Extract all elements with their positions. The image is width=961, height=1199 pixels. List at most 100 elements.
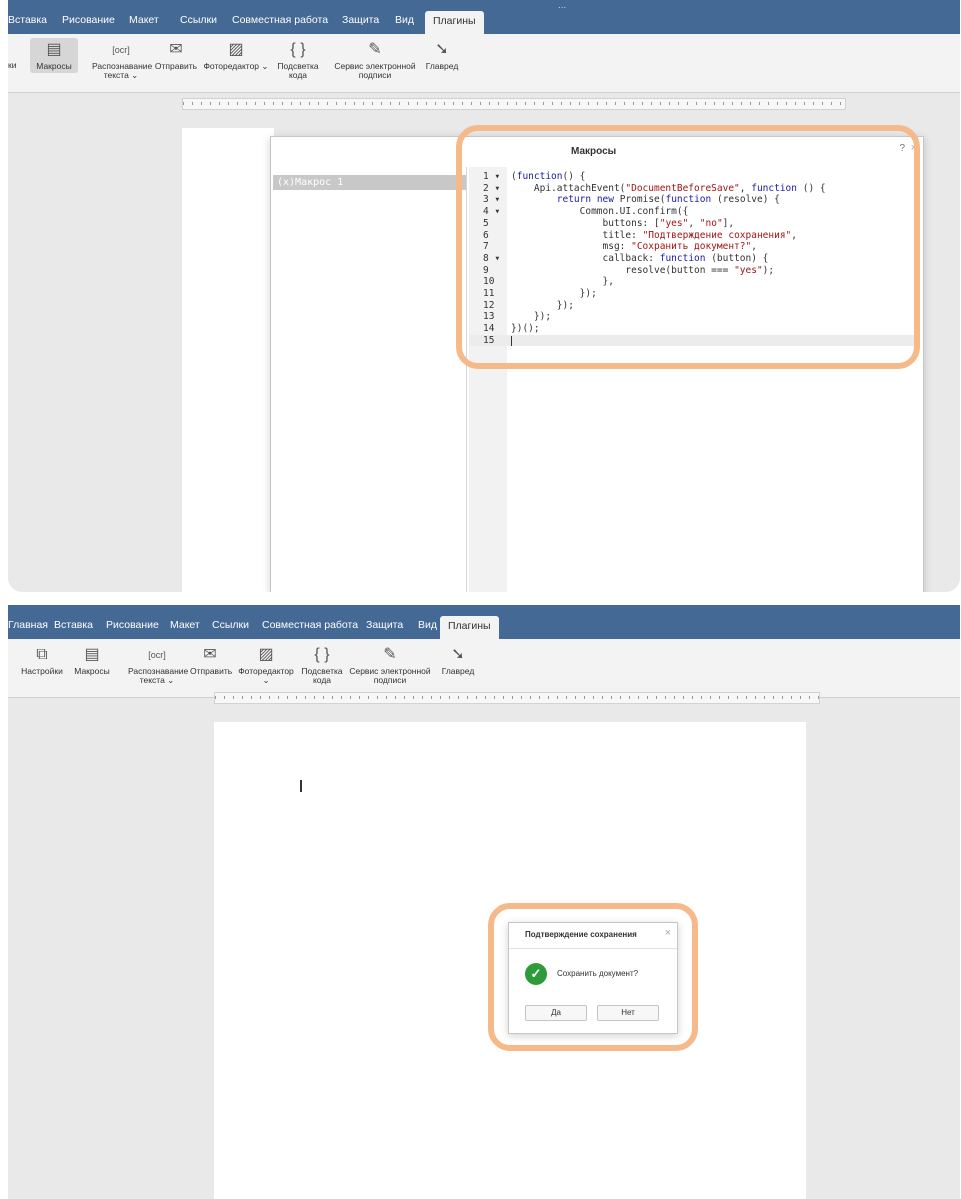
line-number: 12	[483, 299, 495, 311]
ocr-button[interactable]: [ocr] Распознавание текста ⌄	[128, 645, 188, 685]
tab-layout[interactable]: Макет	[170, 619, 200, 631]
code-text: })();	[511, 323, 540, 335]
dialog-title: Подтверждение сохранения	[525, 930, 637, 939]
tab-home[interactable]: Главная	[8, 619, 48, 631]
ribbon-tabbar: ... Вставка Рисование Макет Ссылки Совме…	[8, 0, 960, 34]
confirm-screenshot: Главная Вставка Рисование Макет Ссылки С…	[8, 605, 960, 1199]
code-text: });	[511, 311, 552, 323]
line-number: 6	[483, 229, 489, 241]
tab-protection[interactable]: Защита	[366, 619, 403, 631]
tab-draw[interactable]: Рисование	[106, 619, 159, 631]
code-highlight-button[interactable]: { } Подсветка кода	[276, 40, 320, 80]
macros-dialog: Макросы ? × (x)Макрос 1 1 ▾ (function() {…	[270, 136, 924, 592]
signature-icon: ✎	[368, 41, 382, 58]
code-line[interactable]: 4 ▾ Common.UI.confirm({	[469, 206, 919, 218]
send-button[interactable]: ✉ Отправить	[190, 645, 232, 676]
line-number: 8 ▾	[483, 252, 501, 264]
help-icon[interactable]: ?	[899, 143, 905, 154]
toolbar-left-fragment: ки	[8, 60, 17, 70]
code-line[interactable]: 3 ▾ return new Promise(function (resolve…	[469, 194, 919, 206]
code-line[interactable]: 12 });	[469, 300, 919, 312]
settings-button[interactable]: ⧉ Настройки	[20, 645, 64, 676]
line-number: 15	[483, 334, 495, 346]
code-line[interactable]: 2 ▾ Api.attachEvent("DocumentBeforeSave"…	[469, 183, 919, 195]
line-number: 9	[483, 264, 489, 276]
code-text: });	[511, 288, 597, 299]
typograf-icon: ➘	[435, 41, 449, 58]
macro-list-item[interactable]: (x)Макрос 1	[273, 175, 466, 190]
envelope-icon: ✉	[169, 41, 183, 58]
code-highlight-button[interactable]: { } Подсветка кода	[300, 645, 344, 685]
code-text: Common.UI.confirm({	[511, 206, 689, 218]
close-icon[interactable]: ×	[665, 927, 671, 939]
ocr-button[interactable]: [ocr] Распознавание текста ⌄	[92, 40, 152, 80]
tab-insert[interactable]: Вставка	[8, 14, 47, 26]
yes-button[interactable]: Да	[525, 1005, 587, 1021]
code-line[interactable]: 5 buttons: ["yes", "no"],	[469, 218, 919, 230]
signature-icon: ✎	[383, 646, 397, 663]
code-line[interactable]: 10 },	[469, 276, 919, 288]
code-line[interactable]: 15	[469, 334, 919, 347]
code-line[interactable]: 6 title: "Подтверждение сохранения",	[469, 230, 919, 242]
code-line[interactable]: 14 })();	[469, 323, 919, 335]
macros-icon: ▤	[46, 41, 62, 58]
send-button[interactable]: ✉ Отправить	[154, 40, 198, 71]
code-text: buttons: ["yes", "no"],	[511, 217, 735, 229]
code-editor[interactable]: 1 ▾ (function() {2 ▾ Api.attachEvent("Doc…	[469, 167, 919, 592]
braces-icon: { }	[290, 41, 306, 58]
macros-icon: ▤	[84, 646, 100, 663]
code-text: });	[511, 299, 574, 311]
tab-plugins[interactable]: Плагины	[425, 11, 484, 34]
photo-editor-icon: ▨	[228, 41, 244, 58]
braces-icon: { }	[314, 646, 330, 663]
typograf-button[interactable]: ➘ Главред	[422, 40, 462, 71]
photo-editor-button[interactable]: ▨ Фоторедактор ⌄	[200, 40, 272, 71]
line-number: 4 ▾	[483, 206, 501, 218]
typograf-button[interactable]: ➘ Главред	[438, 645, 478, 676]
code-line[interactable]: 13 });	[469, 311, 919, 323]
photo-editor-button[interactable]: ▨ Фоторедактор ⌄	[234, 645, 298, 685]
tab-view[interactable]: Вид	[418, 619, 437, 631]
signature-button[interactable]: ✎ Сервис электронной подписи	[334, 40, 416, 80]
line-number: 3 ▾	[483, 194, 501, 206]
line-number: 10	[483, 276, 495, 288]
close-icon[interactable]: ×	[911, 142, 917, 154]
line-number: 13	[483, 311, 495, 323]
code-line[interactable]: 1 ▾ (function() {	[469, 171, 919, 183]
window-title: ...	[558, 0, 567, 11]
tab-plugins[interactable]: Плагины	[440, 616, 499, 639]
code-text: },	[511, 276, 614, 288]
macros-button[interactable]: ▤ Макросы	[30, 38, 78, 73]
no-button[interactable]: Нет	[597, 1005, 659, 1021]
tab-view[interactable]: Вид	[395, 14, 414, 26]
code-text: msg: "Сохранить документ?",	[511, 241, 757, 253]
tab-collaboration[interactable]: Совместная работа	[262, 619, 358, 631]
ribbon-tabbar: Главная Вставка Рисование Макет Ссылки С…	[8, 605, 960, 639]
line-number: 5	[483, 217, 489, 229]
text-cursor	[511, 335, 512, 346]
line-number: 14	[483, 323, 495, 335]
title-divider	[509, 948, 677, 949]
tab-draw[interactable]: Рисование	[62, 14, 115, 26]
tab-insert[interactable]: Вставка	[54, 619, 93, 631]
macros-button[interactable]: ▤ Макросы	[72, 645, 112, 676]
horizontal-ruler[interactable]	[182, 98, 846, 110]
tab-references[interactable]: Ссылки	[212, 619, 249, 631]
document-page[interactable]	[182, 128, 274, 592]
tab-protection[interactable]: Защита	[342, 14, 379, 26]
line-number: 2 ▾	[483, 182, 501, 194]
code-line[interactable]: 11 });	[469, 288, 919, 300]
signature-button[interactable]: ✎ Сервис электронной подписи	[348, 645, 432, 685]
horizontal-ruler[interactable]	[214, 692, 820, 704]
code-line[interactable]: 7 msg: "Сохранить документ?",	[469, 241, 919, 253]
code-text: Api.attachEvent("DocumentBeforeSave", fu…	[511, 182, 826, 194]
code-line[interactable]: 9 resolve(button === "yes");	[469, 265, 919, 277]
tab-layout[interactable]: Макет	[129, 14, 159, 26]
code-line[interactable]: 8 ▾ callback: function (button) {	[469, 253, 919, 265]
code-text: title: "Подтверждение сохранения",	[511, 229, 798, 241]
tab-references[interactable]: Ссылки	[180, 14, 217, 26]
tab-collaboration[interactable]: Совместная работа	[232, 14, 328, 26]
code-text: return new Promise(function (resolve) {	[556, 194, 780, 206]
ocr-icon: [ocr]	[148, 650, 166, 660]
line-number: 7	[483, 241, 489, 253]
